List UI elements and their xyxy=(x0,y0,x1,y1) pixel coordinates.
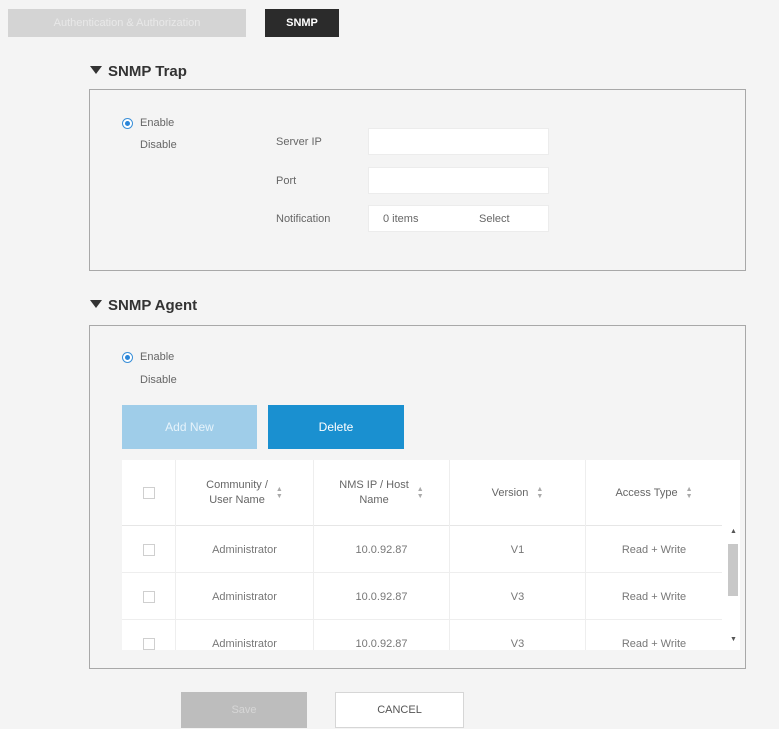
cell-ip: 10.0.92.87 xyxy=(314,526,450,573)
cell-ip: 10.0.92.87 xyxy=(314,573,450,620)
collapse-triangle-icon xyxy=(90,66,102,74)
save-button[interactable]: Save xyxy=(181,692,307,728)
row-checkbox[interactable] xyxy=(142,543,155,556)
cell-ip: 10.0.92.87 xyxy=(314,620,450,650)
row-checkbox[interactable] xyxy=(142,590,155,603)
sort-icon[interactable]: ▲ ▼ xyxy=(417,486,424,500)
snmp-trap-section-header[interactable]: SNMP Trap xyxy=(90,63,187,80)
cell-access: Read + Write xyxy=(621,543,687,556)
column-header-nms-ip[interactable]: NMS IP / Host Name ▲ ▼ xyxy=(314,460,450,526)
column-header-line: NMS IP / Host xyxy=(339,479,409,491)
row-checkbox[interactable] xyxy=(142,637,155,650)
column-header-line: User Name xyxy=(209,494,265,506)
scroll-thumb[interactable] xyxy=(728,544,738,596)
column-header-community[interactable]: Community / User Name ▲ ▼ xyxy=(176,460,314,526)
select-all-cell xyxy=(122,460,176,526)
agent-enable-label: Enable xyxy=(140,351,175,363)
port-label: Port xyxy=(276,175,297,187)
cell-version: V3 xyxy=(450,573,586,620)
table-scrollbar[interactable]: ▲ ▼ xyxy=(726,528,740,650)
radio-selected-icon xyxy=(122,117,133,129)
add-new-button[interactable]: Add New xyxy=(122,405,257,449)
cell-access: Read + Write xyxy=(621,590,687,603)
column-header-line: Community / xyxy=(206,479,268,491)
agent-table: Community / User Name ▲ ▼ NMS IP / Host Nam… xyxy=(122,460,740,650)
port-input[interactable] xyxy=(368,167,549,194)
column-header-line: Access Type xyxy=(615,486,678,499)
agent-disable-label: Disable xyxy=(140,374,177,386)
scroll-up-arrow-icon[interactable]: ▲ xyxy=(730,528,737,535)
row-select-cell xyxy=(122,573,176,620)
row-select-cell xyxy=(122,526,176,573)
column-header-line: Name xyxy=(359,494,389,506)
sort-icon[interactable]: ▲ ▼ xyxy=(276,486,283,500)
notification-select-button[interactable]: Select xyxy=(479,213,510,225)
server-ip-label: Server IP xyxy=(276,136,322,148)
radio-unselected-icon xyxy=(122,374,133,386)
cell-version: V3 xyxy=(450,620,586,650)
tab-snmp[interactable]: SNMP xyxy=(265,9,339,37)
scroll-down-arrow-icon[interactable]: ▼ xyxy=(730,636,737,643)
select-all-checkbox[interactable] xyxy=(142,487,155,499)
notification-item-count: 0 items xyxy=(383,213,419,225)
agent-disable-radio[interactable]: Disable xyxy=(122,374,177,386)
table-row[interactable]: Administrator 10.0.92.87 V3 Read + Write xyxy=(122,573,722,620)
table-row[interactable]: Administrator 10.0.92.87 V3 Read + Write xyxy=(122,620,722,650)
sort-icon[interactable]: ▲ ▼ xyxy=(686,486,693,500)
table-row[interactable]: Administrator 10.0.92.87 V1 Read + Write xyxy=(122,526,722,573)
agent-enable-radio[interactable]: Enable xyxy=(122,351,174,363)
cell-user: Administrator xyxy=(176,526,314,573)
collapse-triangle-icon xyxy=(90,300,102,308)
column-header-version[interactable]: Version ▲ ▼ xyxy=(450,460,586,526)
cell-user: Administrator xyxy=(176,573,314,620)
sort-icon[interactable]: ▲ ▼ xyxy=(536,486,543,500)
trap-disable-label: Disable xyxy=(140,139,177,151)
column-header-line: Version xyxy=(491,486,529,499)
snmp-agent-section-header[interactable]: SNMP Agent xyxy=(90,297,197,314)
trap-enable-radio[interactable]: Enable xyxy=(122,117,174,129)
trap-enable-label: Enable xyxy=(140,117,175,129)
table-header: Community / User Name ▲ ▼ NMS IP / Host Nam… xyxy=(122,460,722,526)
cell-version: V1 xyxy=(450,526,586,573)
delete-button[interactable]: Delete xyxy=(268,405,404,449)
column-header-access-type[interactable]: Access Type ▲ ▼ xyxy=(586,460,722,526)
notification-selector[interactable]: 0 items Select xyxy=(368,205,549,232)
row-select-cell xyxy=(122,620,176,650)
radio-unselected-icon xyxy=(122,139,133,151)
cell-access: Read + Write xyxy=(621,637,687,650)
snmp-agent-title: SNMP Agent xyxy=(108,297,198,314)
radio-selected-icon xyxy=(122,351,133,363)
snmp-trap-title: SNMP Trap xyxy=(108,63,187,80)
cancel-button[interactable]: CANCEL xyxy=(335,692,464,728)
server-ip-input[interactable] xyxy=(368,128,549,155)
trap-disable-radio[interactable]: Disable xyxy=(122,139,177,151)
tab-authentication-authorization[interactable]: Authentication & Authorization xyxy=(8,9,246,37)
notification-label: Notification xyxy=(276,213,331,225)
cell-user: Administrator xyxy=(176,620,314,650)
